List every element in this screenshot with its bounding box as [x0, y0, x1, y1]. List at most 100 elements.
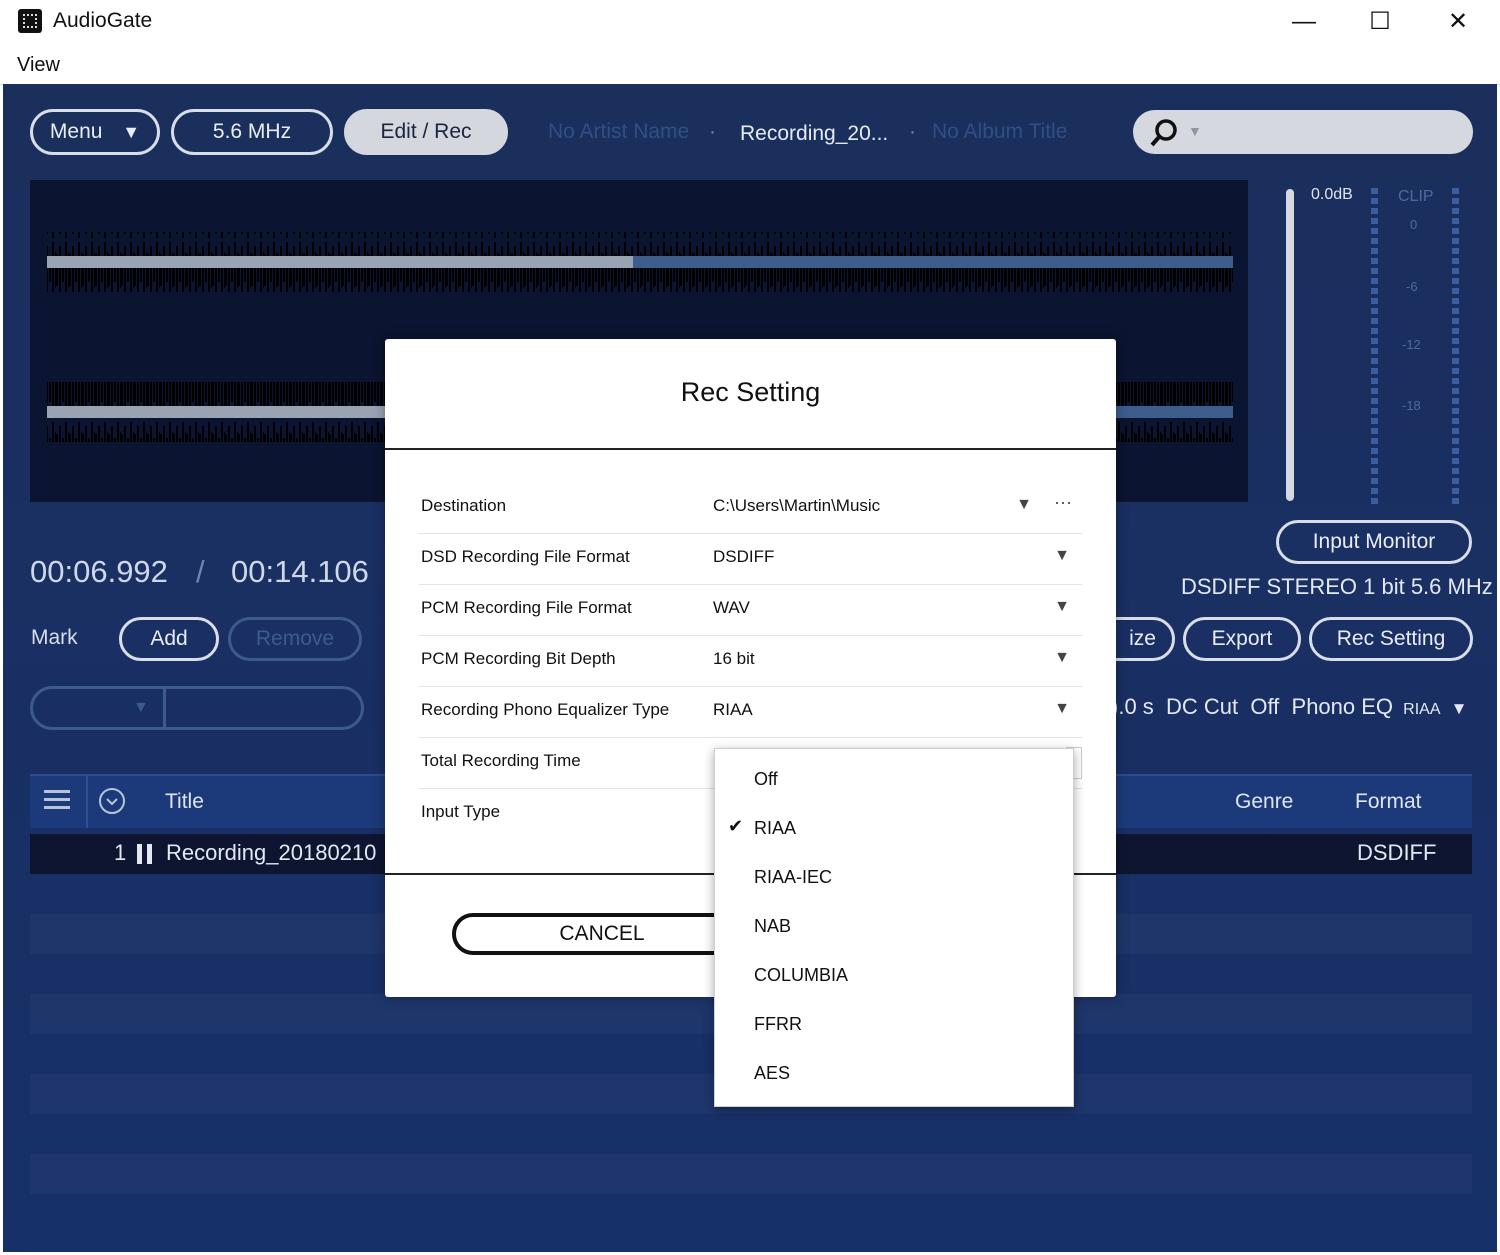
phono-eq-value[interactable]: RIAA — [713, 700, 753, 720]
album-title: No Album Title — [932, 120, 1068, 143]
setting-label: PCM Recording File Format — [421, 598, 632, 617]
pcm-format-value[interactable]: WAV — [713, 598, 750, 618]
column-format[interactable]: Format — [1355, 790, 1422, 814]
destination-value[interactable]: C:\Users\Martin\Music — [713, 496, 880, 516]
current-time: 00:06.992 — [30, 554, 168, 589]
sample-rate-label: 5.6 MHz — [212, 120, 292, 143]
eq-option-riaa[interactable]: ✔ RIAA — [715, 802, 1073, 851]
status-line: ).0 s DC Cut Off Phono EQ RIAA ▼ — [1111, 694, 1467, 720]
combo-divider — [163, 689, 166, 727]
chevron-down-icon[interactable]: ▼ — [1054, 649, 1070, 667]
chevron-down-icon: ▼ — [122, 122, 141, 142]
setting-label: Input Type — [421, 802, 501, 821]
pause-icon-bar — [147, 844, 152, 864]
setting-phono-eq[interactable]: Recording Phono Equalizer Type RIAA ▼ — [419, 686, 1082, 738]
circle-chevron-icon[interactable] — [98, 787, 126, 815]
bit-depth-value[interactable]: 16 bit — [713, 649, 755, 669]
eq-dropdown-list: Off ✔ RIAA RIAA-IEC NAB COLUMBIA FFRR AE… — [714, 748, 1074, 1107]
menu-button-label: Menu — [49, 120, 103, 143]
search-dropdown-icon[interactable]: ▼ — [1188, 123, 1202, 139]
setting-pcm-bit-depth[interactable]: PCM Recording Bit Depth 16 bit ▼ — [419, 635, 1082, 687]
chevron-down-icon[interactable]: ▼ — [1451, 699, 1468, 718]
chevron-down-icon[interactable]: ▼ — [1016, 496, 1032, 514]
input-level-slider[interactable] — [1286, 189, 1294, 501]
menu-bar: View — [0, 44, 1500, 85]
title-bar: AudioGate — ☐ ✕ — [0, 0, 1500, 44]
close-button[interactable]: ✕ — [1438, 6, 1478, 38]
edit-rec-button[interactable]: Edit / Rec — [344, 109, 508, 155]
total-time: 00:14.106 — [231, 554, 369, 589]
eq-option-nab[interactable]: NAB — [715, 900, 1073, 949]
remove-mark-button[interactable]: Remove — [228, 617, 362, 661]
row-format: DSDIFF — [1357, 840, 1437, 865]
pause-icon — [137, 844, 142, 864]
search-icon — [1150, 119, 1177, 147]
cancel-button[interactable]: CANCEL — [452, 913, 752, 955]
setting-label: Recording Phono Equalizer Type — [421, 700, 670, 719]
status-text: ).0 s DC Cut Off Phono EQ — [1111, 694, 1394, 719]
dialog-title: Rec Setting — [680, 377, 821, 407]
setting-destination[interactable]: Destination C:\Users\Martin\Music ▼ ··· — [419, 482, 1082, 534]
menu-button[interactable]: Menu ▼ — [30, 109, 160, 155]
app-logo-icon — [18, 9, 42, 33]
clip-indicator: CLIP — [1398, 188, 1434, 205]
mark-selector[interactable]: ▼ — [30, 686, 364, 730]
normalize-label: ize — [1129, 627, 1156, 650]
minimize-button[interactable]: — — [1284, 6, 1324, 38]
export-button[interactable]: Export — [1183, 617, 1301, 661]
input-monitor-button[interactable]: Input Monitor — [1276, 520, 1472, 564]
checkmark-icon: ✔ — [728, 816, 744, 836]
eq-option-riaa-iec[interactable]: RIAA-IEC — [715, 851, 1073, 900]
eq-option-ffrr[interactable]: FFRR — [715, 998, 1073, 1047]
chevron-down-icon[interactable]: ▼ — [1054, 547, 1070, 565]
row-number: 1 — [114, 840, 127, 865]
time-separator: / — [196, 554, 205, 589]
rec-setting-button[interactable]: Rec Setting — [1309, 617, 1473, 661]
input-monitor-label: Input Monitor — [1312, 530, 1436, 553]
dialog-divider — [385, 448, 1116, 450]
cancel-label: CANCEL — [559, 922, 645, 945]
list-stripe — [30, 1154, 1472, 1194]
separator-dot: · — [709, 120, 716, 143]
setting-dsd-format[interactable]: DSD Recording File Format DSDIFF ▼ — [419, 533, 1082, 585]
option-label: Off — [754, 769, 778, 789]
setting-label: DSD Recording File Format — [421, 547, 630, 566]
option-label: RIAA — [754, 818, 797, 838]
browse-more-icon[interactable]: ··· — [1054, 492, 1072, 513]
eq-option-off[interactable]: Off — [715, 753, 1073, 802]
chevron-down-icon[interactable]: ▼ — [1054, 700, 1070, 718]
format-info: DSDIFF STEREO 1 bit 5.6 MHz — [1181, 574, 1493, 599]
edit-rec-label: Edit / Rec — [380, 120, 472, 143]
level-meter-right — [1452, 188, 1459, 506]
remove-mark-label: Remove — [255, 627, 335, 650]
window-title: AudioGate — [53, 9, 153, 32]
hamburger-icon[interactable] — [44, 788, 70, 812]
track-name: Recording_20... — [740, 122, 889, 145]
eq-option-columbia[interactable]: COLUMBIA — [715, 949, 1073, 998]
option-label: RIAA-IEC — [754, 867, 833, 887]
mark-label: Mark — [31, 626, 78, 649]
column-genre[interactable]: Genre — [1235, 790, 1293, 814]
menu-view[interactable]: View — [17, 54, 60, 77]
sample-rate-button[interactable]: 5.6 MHz — [171, 109, 333, 155]
search-input[interactable]: ▼ — [1133, 110, 1473, 154]
meter-tick: -12 — [1402, 337, 1421, 352]
export-label: Export — [1211, 627, 1273, 650]
add-mark-label: Add — [150, 627, 188, 650]
dsd-format-value[interactable]: DSDIFF — [713, 547, 774, 567]
column-title[interactable]: Title — [165, 790, 204, 814]
level-meter-left — [1371, 188, 1378, 506]
artist-name: No Artist Name — [548, 120, 690, 143]
chevron-down-icon[interactable]: ▼ — [1054, 598, 1070, 616]
meter-tick: -6 — [1406, 279, 1418, 294]
eq-option-aes[interactable]: AES — [715, 1047, 1073, 1096]
maximize-button[interactable]: ☐ — [1360, 6, 1400, 38]
chevron-down-icon[interactable]: ▼ — [133, 699, 149, 717]
setting-label: Destination — [421, 496, 507, 515]
option-label: COLUMBIA — [754, 965, 849, 985]
option-label: FFRR — [754, 1014, 802, 1034]
setting-pcm-format[interactable]: PCM Recording File Format WAV ▼ — [419, 584, 1082, 636]
add-mark-button[interactable]: Add — [119, 617, 219, 661]
row-title: Recording_20180210 — [166, 840, 377, 865]
phono-eq-value[interactable]: RIAA — [1403, 701, 1440, 718]
